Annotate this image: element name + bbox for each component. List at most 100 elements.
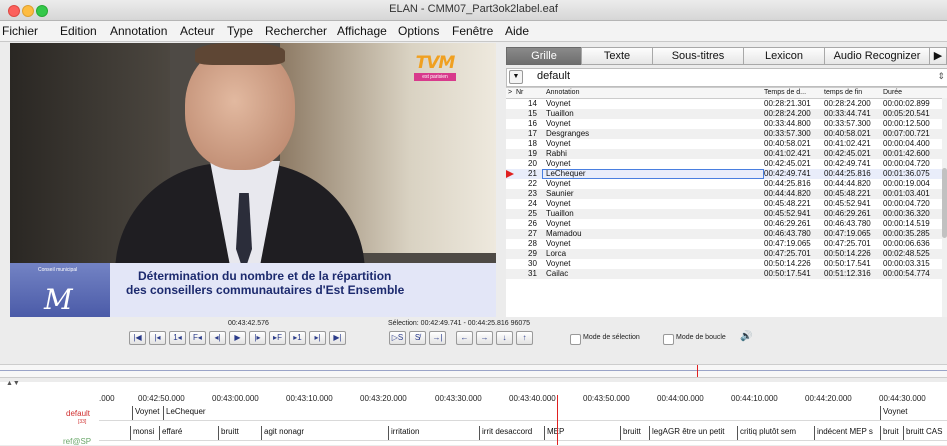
annotation-cell[interactable]: irritation [388, 426, 481, 440]
go-to-end-button[interactable]: ▶| [329, 331, 346, 345]
tab-audio-recognizer[interactable]: Audio Recognizer [824, 47, 930, 65]
cell-start-time: 00:47:25.701 [764, 249, 811, 258]
annotation-cell[interactable]: MEP [544, 426, 622, 440]
menu-fichier[interactable]: Fichier [2, 24, 38, 38]
tier-row-default[interactable]: Voynet LeChequer Voynet [99, 406, 947, 421]
next-frame-button[interactable]: ▸F [269, 331, 286, 345]
cell-duration: 00:00:36.320 [883, 209, 930, 218]
volume-icon[interactable]: 🔊 [740, 331, 752, 342]
menu-edition[interactable]: Edition [60, 24, 97, 38]
table-row[interactable]: 18 Voynet 00:40:58.021 00:41:02.421 00:00:04… [506, 139, 947, 149]
tab-grille[interactable]: Grille [506, 47, 582, 65]
table-row[interactable]: 23 Saunier 00:44:44.820 00:45:48.221 00:01:0… [506, 189, 947, 199]
annotation-cell[interactable]: bruitt [218, 426, 263, 440]
annotation-up-button[interactable]: ↑ [516, 331, 533, 345]
table-row[interactable]: 14 Voynet 00:28:21.301 00:28:24.200 00:00:02… [506, 99, 947, 109]
header-duration[interactable]: Durée [883, 89, 902, 96]
previous-annotation-button[interactable]: ← [456, 331, 473, 345]
annotation-cell[interactable]: bruitt CAS [903, 426, 947, 440]
next-pixel-button[interactable]: |▸ [249, 331, 266, 345]
cell-annotation: Voynet [546, 179, 571, 188]
annotation-cell[interactable]: agit nonagr [261, 426, 390, 440]
table-row[interactable]: 24 Voynet 00:45:48.221 00:45:52.941 00:00:04… [506, 199, 947, 209]
annotation-cell[interactable]: indécent MEP s [814, 426, 882, 440]
table-row[interactable]: 21 LeChequer 00:42:49.741 00:44:25.816 00:01… [506, 169, 947, 179]
chevron-down-icon[interactable]: ▼ [509, 70, 523, 84]
timeline-collapse-icon[interactable]: ▲▼ [6, 380, 20, 387]
table-row[interactable]: 19 Rabhi 00:41:02.421 00:42:45.021 00:01:42.… [506, 149, 947, 159]
table-row[interactable]: 15 Tuaillon 00:28:24.200 00:33:44.741 00:05:… [506, 109, 947, 119]
menu-rechercher[interactable]: Rechercher [265, 24, 327, 38]
cell-end-time: 00:44:44.820 [824, 179, 871, 188]
annotation-cell[interactable]: critiq plutôt sem [737, 426, 816, 440]
tier-select[interactable]: ▼ default ⇕ [506, 68, 947, 87]
selection-to-crosshair-button[interactable]: →| [429, 331, 446, 345]
menu-acteur[interactable]: Acteur [180, 24, 215, 38]
annotation-cell[interactable]: irrit desaccord [479, 426, 546, 440]
table-row[interactable]: 27 Mamadou 00:46:43.780 00:47:19.065 00:00:3… [506, 229, 947, 239]
previous-scrollview-button[interactable]: |◂ [149, 331, 166, 345]
tab-sous-titres[interactable]: Sous-titres [652, 47, 744, 65]
annotation-cell[interactable]: effaré [159, 426, 220, 440]
previous-frame-button[interactable]: F◂ [189, 331, 206, 345]
table-row[interactable]: 30 Voynet 00:50:14.226 00:50:17.541 00:00:03… [506, 259, 947, 269]
timeline-ruler[interactable]: .000 00:42:50.000 00:43:00.000 00:43:10.… [99, 382, 947, 407]
menu-aide[interactable]: Aide [505, 24, 529, 38]
cell-duration: 00:00:04.720 [883, 199, 930, 208]
table-row[interactable]: 26 Voynet 00:46:29.261 00:46:43.780 00:00:14… [506, 219, 947, 229]
play-selection-button[interactable]: ▷S [389, 331, 406, 345]
header-nr[interactable]: Nr [516, 89, 523, 96]
timeline-viewer[interactable]: ▲▼ .000 00:42:50.000 00:43:00.000 00:43:… [0, 380, 947, 446]
cell-start-time: 00:33:57.300 [764, 129, 811, 138]
grid-scrollbar-thumb[interactable] [942, 168, 947, 238]
annotation-down-button[interactable]: ↓ [496, 331, 513, 345]
tier-label-default[interactable]: default [66, 409, 90, 418]
ruler-tick: 00:43:50.000 [583, 394, 630, 403]
header-annotation[interactable]: Annotation [546, 89, 579, 96]
menu-type[interactable]: Type [227, 24, 253, 38]
annotation-cell[interactable]: bruit [880, 426, 905, 440]
annotation-cell[interactable]: Voynet [880, 406, 947, 420]
cell-start-time: 00:42:49.741 [764, 169, 811, 178]
table-row[interactable]: 25 Tuaillon 00:45:52.941 00:46:29.261 00:00:… [506, 209, 947, 219]
tier-row-ref-sp[interactable]: monsi effaré bruitt agit nonagr irritati… [99, 426, 947, 441]
header-start-time[interactable]: Temps de d... [764, 89, 806, 96]
tab-more-icon[interactable]: ▶ [929, 47, 947, 65]
table-row[interactable]: 17 Desgranges 00:33:57.300 00:40:58.021 00:0… [506, 129, 947, 139]
next-second-button[interactable]: ▸1 [289, 331, 306, 345]
menu-options[interactable]: Options [398, 24, 439, 38]
loop-mode-checkbox[interactable] [663, 334, 674, 345]
table-row[interactable]: 29 Lorca 00:47:25.701 00:50:14.226 00:02:48.… [506, 249, 947, 259]
next-annotation-button[interactable]: → [476, 331, 493, 345]
play-pause-button[interactable]: ▶ [229, 331, 246, 345]
cell-annotation: Lorca [546, 249, 567, 258]
annotation-cell[interactable]: bruitt [620, 426, 651, 440]
player-controls: 00:43:42.576 Sélection: 00:42:49.741 - 0… [0, 318, 947, 363]
tab-lexicon[interactable]: Lexicon [743, 47, 825, 65]
header-end-time[interactable]: temps de fin [824, 89, 862, 96]
annotation-cell[interactable]: monsi [130, 426, 161, 440]
grid-scrollbar[interactable] [942, 98, 947, 317]
table-row[interactable]: 16 Voynet 00:33:44.800 00:33:57.300 00:00:12… [506, 119, 947, 129]
previous-pixel-button[interactable]: ◂| [209, 331, 226, 345]
annotation-cell[interactable]: legAGR être un petit [649, 426, 739, 440]
annotation-cell[interactable]: LeChequer [163, 406, 882, 420]
cell-annotation: Voynet [546, 259, 571, 268]
table-row[interactable]: 20 Voynet 00:42:45.021 00:42:49.741 00:00:04… [506, 159, 947, 169]
table-row[interactable]: 22 Voynet 00:44:25.816 00:44:44.820 00:00:19… [506, 179, 947, 189]
menu-fenetre[interactable]: Fenêtre [452, 24, 493, 38]
video-viewer[interactable]: TVM est parisien Conseil municipal M Dét… [10, 43, 496, 317]
previous-second-button[interactable]: 1◂ [169, 331, 186, 345]
selection-mode-checkbox[interactable] [570, 334, 581, 345]
menu-affichage[interactable]: Affichage [337, 24, 387, 38]
menu-annotation[interactable]: Annotation [110, 24, 167, 38]
next-scrollview-button[interactable]: ▸| [309, 331, 326, 345]
table-row[interactable]: 28 Voynet 00:47:19.065 00:47:25.701 00:00:06… [506, 239, 947, 249]
cell-nr: 28 [528, 239, 537, 248]
clear-selection-button[interactable]: S̸ [409, 331, 426, 345]
go-to-begin-button[interactable]: |◀ [129, 331, 146, 345]
annotation-cell[interactable]: Voynet [132, 406, 165, 420]
table-row[interactable]: 31 Cailac 00:50:17.541 00:51:12.316 00:00:54… [506, 269, 947, 279]
timeline-overview[interactable] [0, 364, 947, 378]
tab-texte[interactable]: Texte [581, 47, 653, 65]
